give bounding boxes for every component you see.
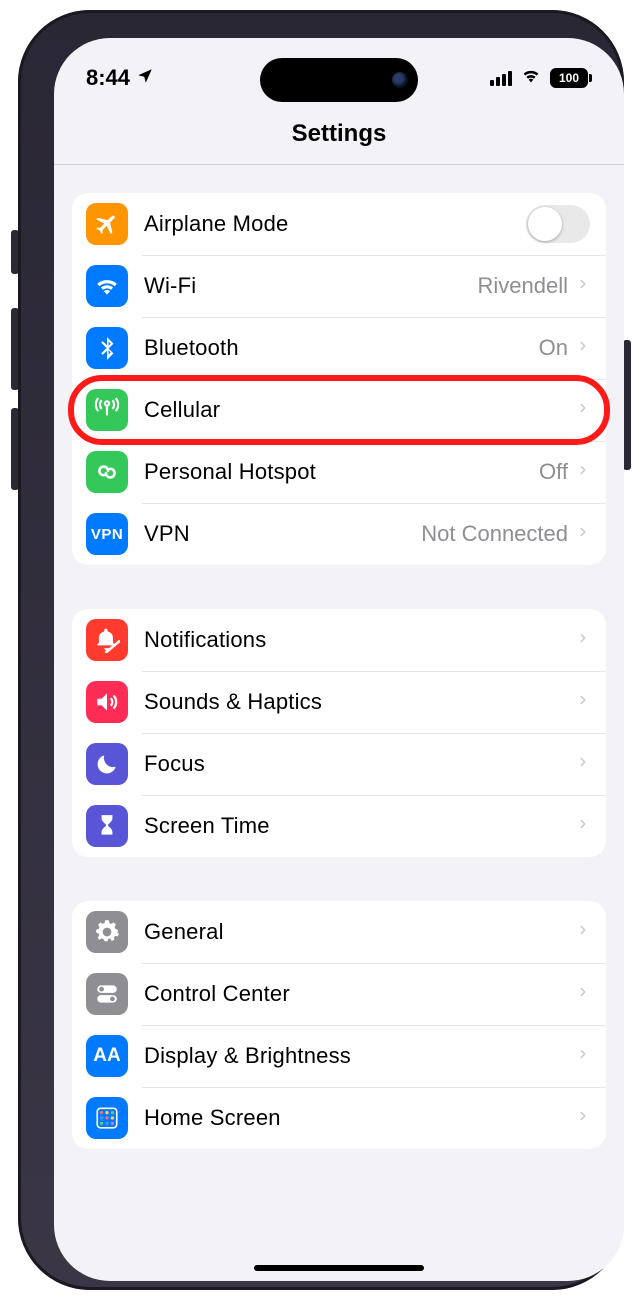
row-sounds[interactable]: Sounds & Haptics (72, 671, 606, 733)
bluetooth-icon (86, 327, 128, 369)
row-label: VPN (144, 521, 421, 547)
row-label: Cellular (144, 397, 576, 423)
hotspot-icon (86, 451, 128, 493)
row-value: On (539, 335, 568, 361)
chevron-right-icon (576, 1105, 590, 1132)
settings-group-2: General Control Center AA Display & Brightn… (72, 901, 606, 1149)
home-indicator[interactable] (254, 1265, 424, 1271)
chevron-right-icon (576, 981, 590, 1008)
row-airplane[interactable]: Airplane Mode (72, 193, 606, 255)
chevron-right-icon (576, 689, 590, 716)
airplane-icon (86, 203, 128, 245)
general-icon (86, 911, 128, 953)
row-label: Airplane Mode (144, 211, 526, 237)
row-control-center[interactable]: Control Center (72, 963, 606, 1025)
home-screen-icon (86, 1097, 128, 1139)
cellular-icon (86, 389, 128, 431)
vpn-icon: VPN (86, 513, 128, 555)
control-center-icon (86, 973, 128, 1015)
row-focus[interactable]: Focus (72, 733, 606, 795)
row-label: Personal Hotspot (144, 459, 539, 485)
settings-content[interactable]: Airplane ModeWi-FiRivendellBluetoothOnCe… (54, 165, 624, 1149)
row-vpn[interactable]: VPNVPNNot Connected (72, 503, 606, 565)
settings-group-0: Airplane ModeWi-FiRivendellBluetoothOnCe… (72, 193, 606, 565)
screentime-icon (86, 805, 128, 847)
notifications-icon (86, 619, 128, 661)
row-label: Bluetooth (144, 335, 539, 361)
chevron-right-icon (576, 1043, 590, 1070)
phone-frame: 8:44 100 Settings Airplane Mode Wi-FiRive… (18, 10, 624, 1290)
chevron-right-icon (576, 459, 590, 486)
chevron-right-icon (576, 813, 590, 840)
row-home-screen[interactable]: Home Screen (72, 1087, 606, 1149)
row-value: Off (539, 459, 568, 485)
chevron-right-icon (576, 521, 590, 548)
row-label: Control Center (144, 981, 576, 1007)
row-label: Sounds & Haptics (144, 689, 576, 715)
dynamic-island (260, 58, 418, 102)
row-label: Focus (144, 751, 576, 777)
row-value: Not Connected (421, 521, 568, 547)
chevron-right-icon (576, 273, 590, 300)
row-general[interactable]: General (72, 901, 606, 963)
focus-icon (86, 743, 128, 785)
chevron-right-icon (576, 627, 590, 654)
cellular-signal-icon (490, 70, 512, 86)
page-title: Settings (54, 108, 624, 165)
wifi-icon (86, 265, 128, 307)
row-value: Rivendell (478, 273, 569, 299)
row-label: General (144, 919, 576, 945)
row-bluetooth[interactable]: BluetoothOn (72, 317, 606, 379)
wifi-status-icon (520, 64, 542, 92)
battery-icon: 100 (550, 68, 592, 88)
row-display[interactable]: AA Display & Brightness (72, 1025, 606, 1087)
screen: 8:44 100 Settings Airplane Mode Wi-FiRive… (54, 38, 624, 1281)
row-notifications[interactable]: Notifications (72, 609, 606, 671)
location-icon (136, 65, 154, 91)
chevron-right-icon (576, 751, 590, 778)
row-cellular[interactable]: Cellular (72, 379, 606, 441)
row-hotspot[interactable]: Personal HotspotOff (72, 441, 606, 503)
row-label: Notifications (144, 627, 576, 653)
chevron-right-icon (576, 919, 590, 946)
row-wifi[interactable]: Wi-FiRivendell (72, 255, 606, 317)
sounds-icon (86, 681, 128, 723)
front-camera-icon (392, 72, 408, 88)
side-button (623, 340, 631, 470)
row-label: Wi-Fi (144, 273, 478, 299)
settings-group-1: Notifications Sounds & Haptics Focus Screen… (72, 609, 606, 857)
row-screentime[interactable]: Screen Time (72, 795, 606, 857)
status-time: 8:44 (86, 65, 130, 91)
chevron-right-icon (576, 335, 590, 362)
row-label: Display & Brightness (144, 1043, 576, 1069)
toggle-airplane[interactable] (526, 205, 590, 243)
display-icon: AA (86, 1035, 128, 1077)
chevron-right-icon (576, 397, 590, 424)
row-label: Screen Time (144, 813, 576, 839)
row-label: Home Screen (144, 1105, 576, 1131)
